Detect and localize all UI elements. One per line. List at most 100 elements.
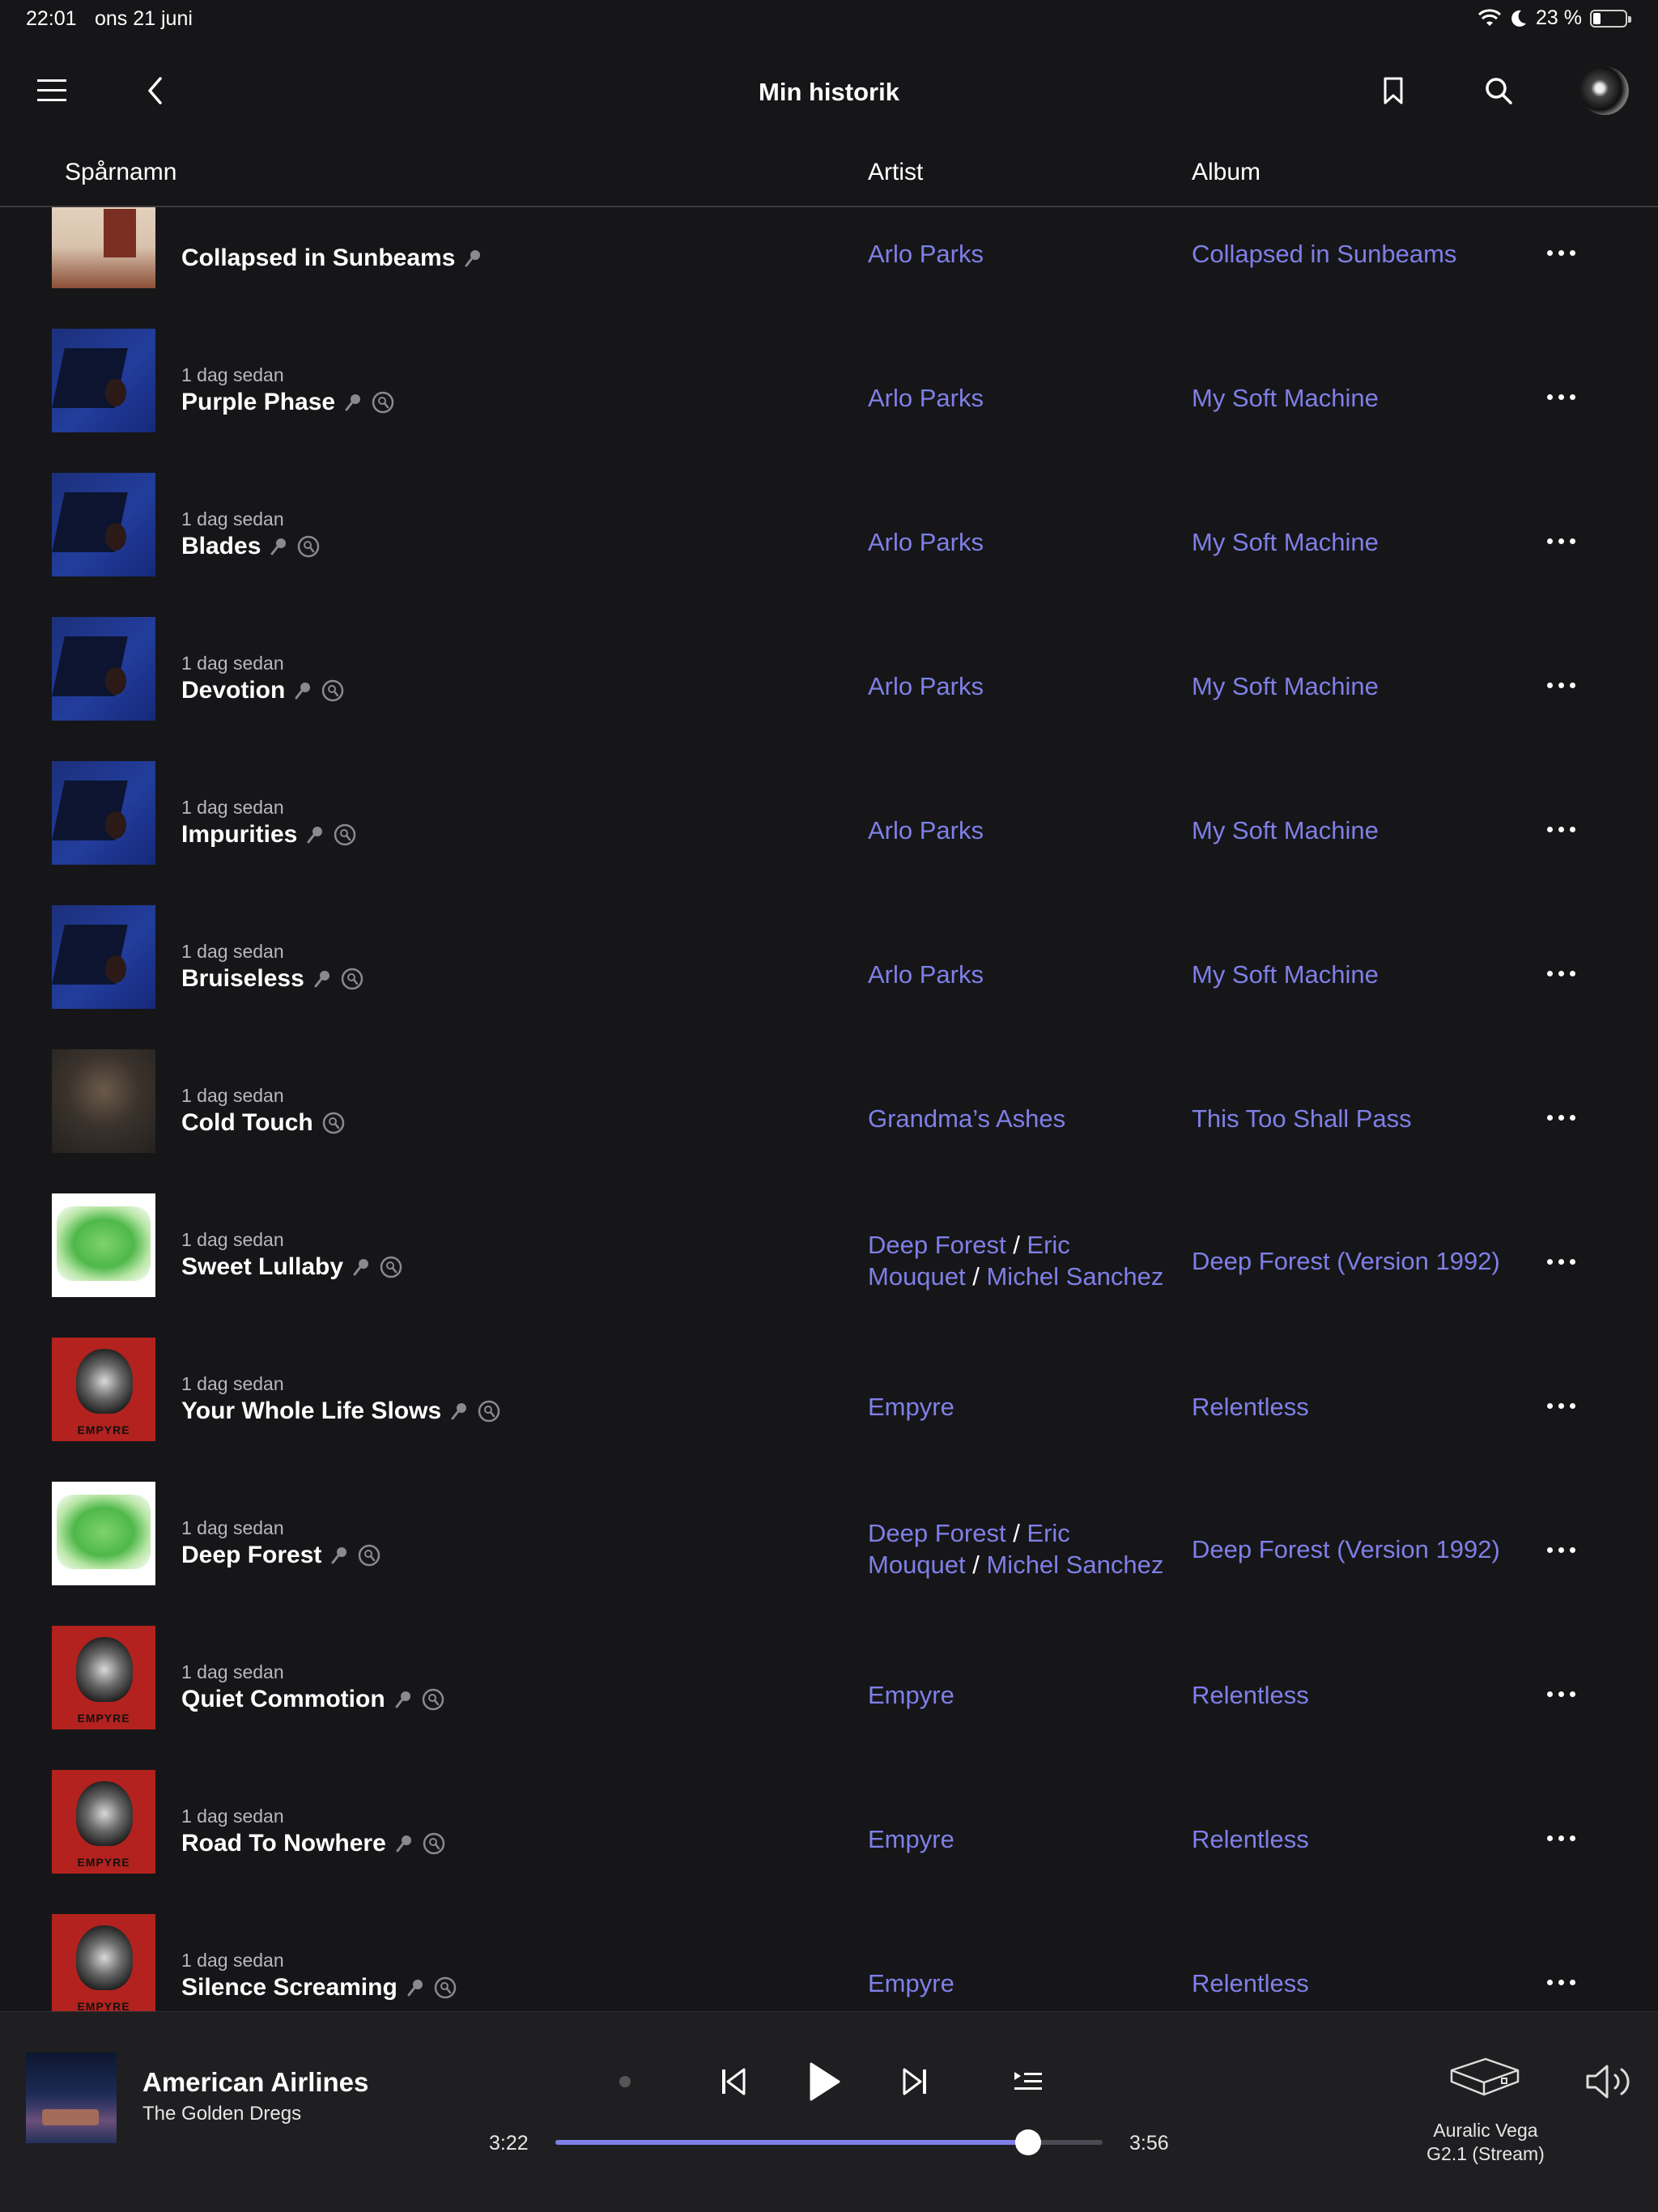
track-title[interactable]: Road To Nowhere [181, 1830, 386, 1857]
album-thumbnail[interactable] [52, 329, 155, 432]
album-thumbnail[interactable]: EMPYRE [52, 1914, 155, 2011]
now-playing-artist[interactable]: The Golden Dregs [142, 2103, 301, 2125]
album-link[interactable]: Relentless [1192, 1823, 1532, 1855]
album-link[interactable]: Relentless [1192, 1391, 1532, 1423]
track-title[interactable]: Sweet Lullaby [181, 1253, 343, 1281]
history-list[interactable]: Collapsed in Sunbeams Arlo Parks Collapsed… [0, 207, 1658, 2011]
artist-link[interactable]: Deep Forest [868, 1519, 1006, 1547]
artist-link[interactable]: Empyre [868, 1969, 954, 1997]
shuffle-indicator[interactable] [609, 2065, 641, 2098]
more-options-button[interactable] [1535, 236, 1587, 269]
table-row[interactable]: 1 dag sedan Bruiseless Arlo Parks My Soft M… [0, 863, 1658, 1009]
table-row[interactable]: 1 dag sedan Sweet Lullaby Deep Forest / Er… [0, 1151, 1658, 1297]
column-header-artist[interactable]: Artist [868, 159, 923, 186]
album-thumbnail[interactable] [52, 207, 155, 288]
album-thumbnail[interactable] [52, 1482, 155, 1585]
table-row[interactable]: 1 dag sedan Deep Forest Deep Forest / Eric… [0, 1440, 1658, 1585]
artist-link[interactable]: Deep Forest [868, 1231, 1006, 1259]
album-link[interactable]: My Soft Machine [1192, 670, 1532, 702]
more-options-button[interactable] [1535, 1534, 1587, 1566]
table-row[interactable]: EMPYRE 1 dag sedan Road To Nowhere Empyre Re… [0, 1728, 1658, 1874]
artist-link[interactable]: Eric [1027, 1231, 1069, 1259]
now-playing-title[interactable]: American Airlines [142, 2067, 368, 2098]
more-options-button[interactable] [1535, 1389, 1587, 1422]
artist-link[interactable]: Mouquet [868, 1551, 966, 1579]
album-link[interactable]: My Soft Machine [1192, 382, 1532, 414]
artist-link[interactable]: Grandma’s Ashes [868, 1104, 1065, 1133]
now-playing-artwork[interactable] [26, 2052, 117, 2143]
album-thumbnail[interactable]: EMPYRE [52, 1338, 155, 1441]
album-link[interactable]: Collapsed in Sunbeams [1192, 238, 1532, 270]
artist-link[interactable]: Arlo Parks [868, 816, 984, 844]
table-row[interactable]: EMPYRE 1 dag sedan Silence Screaming Empyre… [0, 1872, 1658, 2011]
table-row[interactable]: 1 dag sedan Impurities Arlo Parks My Soft M… [0, 719, 1658, 865]
album-link[interactable]: Deep Forest (Version 1992) [1192, 1534, 1532, 1565]
track-title[interactable]: Blades [181, 533, 261, 560]
table-row[interactable]: EMPYRE 1 dag sedan Quiet Commotion Empyre Re… [0, 1584, 1658, 1729]
more-options-button[interactable] [1535, 1822, 1587, 1854]
track-title[interactable]: Collapsed in Sunbeams [181, 245, 455, 272]
artist-link[interactable]: Arlo Parks [868, 240, 984, 268]
album-thumbnail[interactable] [52, 1049, 155, 1153]
more-options-button[interactable] [1535, 813, 1587, 845]
album-thumbnail[interactable] [52, 905, 155, 1009]
artist-link[interactable]: Empyre [868, 1681, 954, 1709]
artist-link[interactable]: Michel Sanchez [986, 1262, 1163, 1291]
table-row[interactable]: 1 dag sedan Purple Phase Arlo Parks My Soft… [0, 287, 1658, 432]
track-title[interactable]: Deep Forest [181, 1542, 321, 1569]
avatar[interactable] [1580, 66, 1629, 115]
table-row[interactable]: EMPYRE 1 dag sedan Your Whole Life Slows Em… [0, 1295, 1658, 1441]
album-thumbnail[interactable] [52, 761, 155, 865]
more-options-button[interactable] [1535, 381, 1587, 413]
bookmark-button[interactable] [1364, 62, 1422, 120]
progress-handle[interactable] [1015, 2129, 1042, 2155]
more-options-button[interactable] [1535, 1678, 1587, 1710]
album-link[interactable]: This Too Shall Pass [1192, 1103, 1532, 1134]
track-title[interactable]: Your Whole Life Slows [181, 1397, 441, 1425]
more-options-button[interactable] [1535, 1245, 1587, 1278]
album-thumbnail[interactable] [52, 473, 155, 576]
column-header-track[interactable]: Spårnamn [65, 159, 176, 186]
track-title[interactable]: Cold Touch [181, 1109, 313, 1137]
more-options-button[interactable] [1535, 957, 1587, 989]
artist-link[interactable]: Arlo Parks [868, 384, 984, 412]
more-options-button[interactable] [1535, 1966, 1587, 1998]
album-link[interactable]: My Soft Machine [1192, 815, 1532, 846]
track-title[interactable]: Impurities [181, 821, 297, 849]
search-button[interactable] [1469, 62, 1528, 120]
next-button[interactable] [892, 2059, 937, 2104]
progress-slider[interactable] [555, 2129, 1103, 2155]
table-row[interactable]: 1 dag sedan Cold Touch Grandma’s Ashes This… [0, 1007, 1658, 1153]
album-link[interactable]: Relentless [1192, 1967, 1532, 1999]
album-link[interactable]: My Soft Machine [1192, 959, 1532, 990]
track-title[interactable]: Bruiseless [181, 965, 304, 993]
table-row[interactable]: 1 dag sedan Blades Arlo Parks My Soft Machi… [0, 431, 1658, 576]
more-options-button[interactable] [1535, 1101, 1587, 1134]
artist-link[interactable]: Mouquet [868, 1262, 966, 1291]
track-title[interactable]: Purple Phase [181, 389, 335, 416]
track-title[interactable]: Silence Screaming [181, 1974, 397, 2001]
artist-link[interactable]: Empyre [868, 1393, 954, 1421]
play-button[interactable] [795, 2052, 853, 2111]
album-thumbnail[interactable]: EMPYRE [52, 1770, 155, 1874]
queue-button[interactable] [1005, 2059, 1051, 2104]
volume-button[interactable] [1579, 2056, 1640, 2108]
album-link[interactable]: My Soft Machine [1192, 526, 1532, 558]
column-header-album[interactable]: Album [1192, 159, 1261, 186]
album-thumbnail[interactable] [52, 617, 155, 721]
table-row[interactable]: Collapsed in Sunbeams Arlo Parks Collapsed… [0, 207, 1658, 288]
more-options-button[interactable] [1535, 669, 1587, 701]
album-link[interactable]: Relentless [1192, 1679, 1532, 1711]
track-title[interactable]: Quiet Commotion [181, 1686, 385, 1713]
artist-link[interactable]: Empyre [868, 1825, 954, 1853]
artist-link[interactable]: Eric [1027, 1519, 1069, 1547]
artist-link[interactable]: Arlo Parks [868, 960, 984, 989]
more-options-button[interactable] [1535, 525, 1587, 557]
track-title[interactable]: Devotion [181, 677, 285, 704]
output-device-button[interactable] [1444, 2051, 1525, 2103]
artist-link[interactable]: Michel Sanchez [986, 1551, 1163, 1579]
album-link[interactable]: Deep Forest (Version 1992) [1192, 1245, 1532, 1277]
album-thumbnail[interactable] [52, 1193, 155, 1297]
output-device-label[interactable]: Auralic Vega G2.1 (Stream) [1409, 2119, 1562, 2166]
album-thumbnail[interactable]: EMPYRE [52, 1626, 155, 1729]
